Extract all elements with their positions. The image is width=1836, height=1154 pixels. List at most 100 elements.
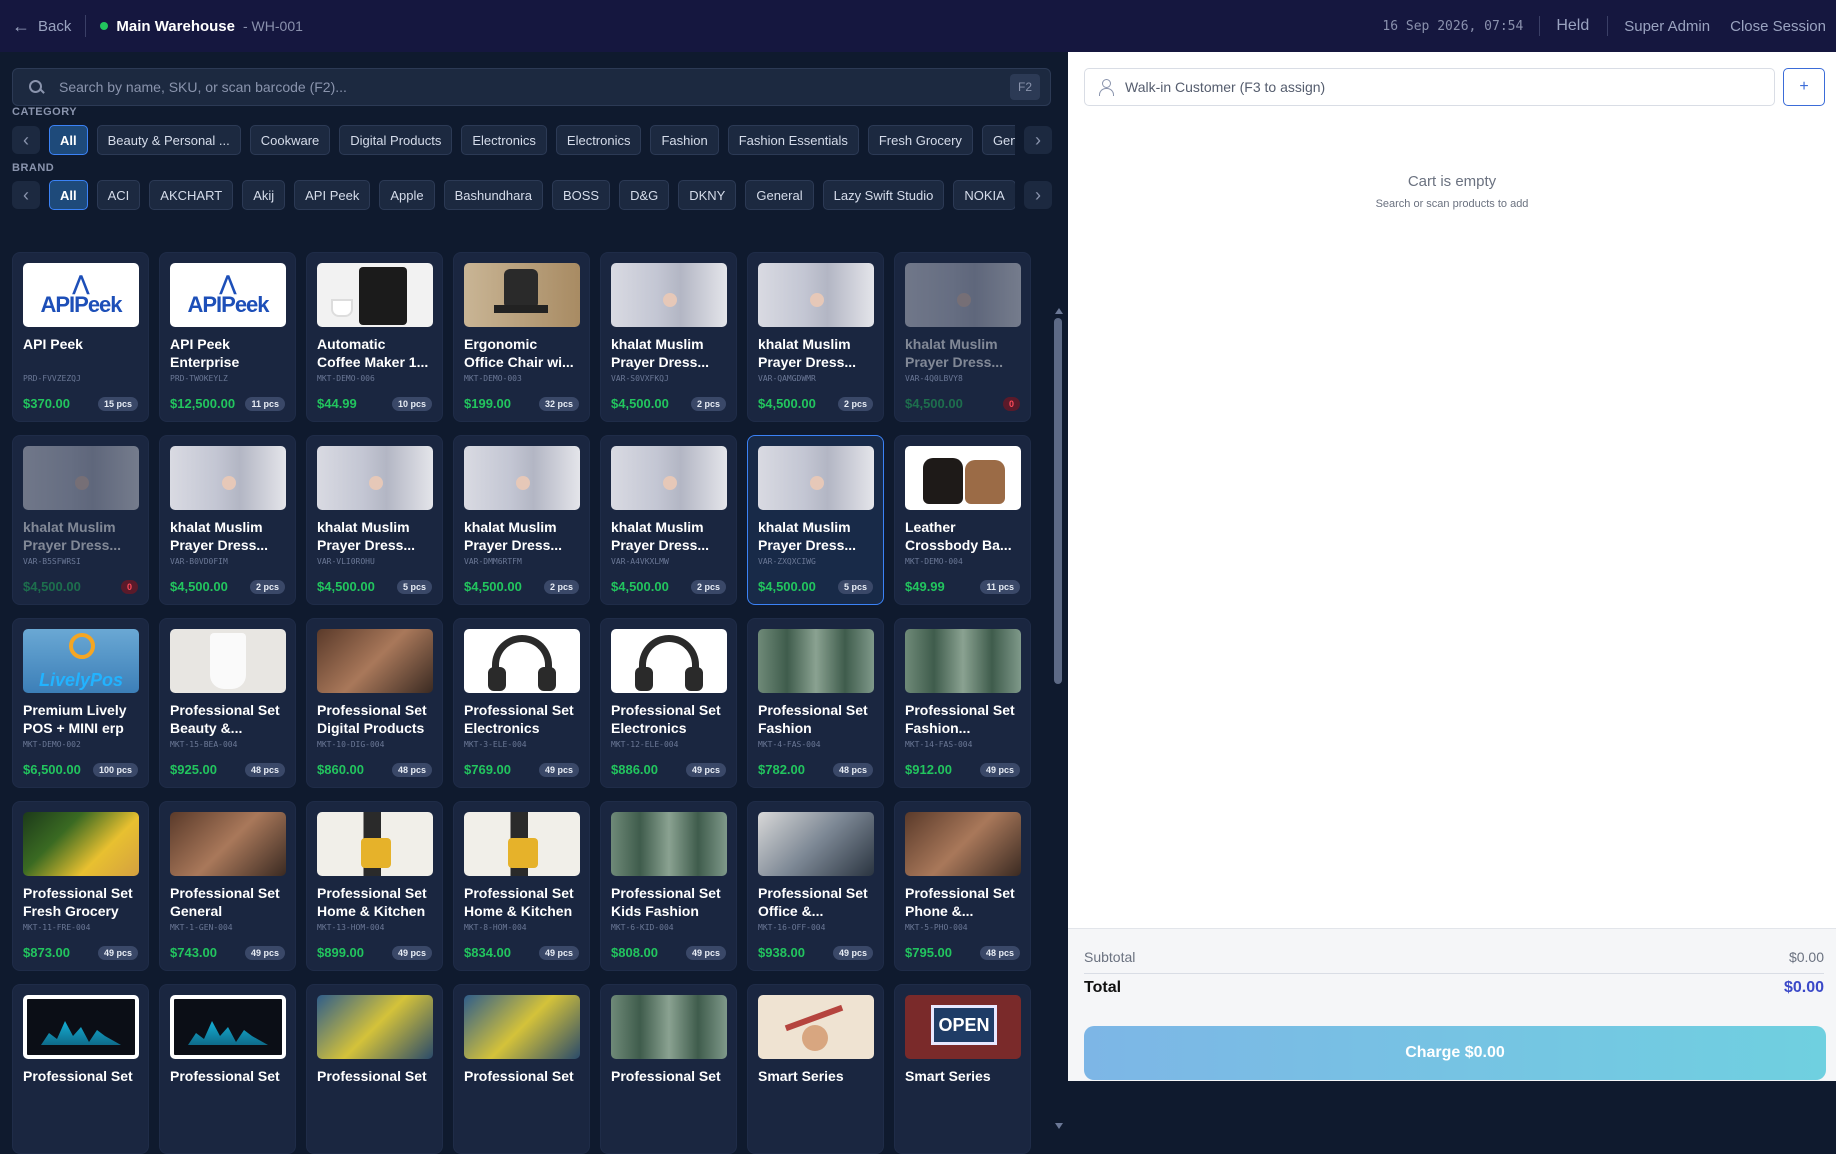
search-input[interactable] [57,78,1010,96]
customer-input[interactable] [1123,78,1774,96]
add-customer-button[interactable]: + [1783,68,1825,106]
product-card[interactable]: Professional Set [453,984,590,1154]
product-card[interactable]: Professional Set [159,984,296,1154]
product-image [317,446,433,510]
charge-button[interactable]: Charge $0.00 [1084,1026,1826,1080]
product-card[interactable]: Professional Set General MKT-1-GEN-004 $74… [159,801,296,971]
chevron-right-icon[interactable]: › [1024,181,1052,209]
product-card[interactable]: Professional Set Digital Products MKT-10-… [306,618,443,788]
close-session-button[interactable]: Close Session [1730,18,1826,35]
brand-chip[interactable]: Apple [379,180,435,210]
product-price: $4,500.00 [758,579,816,594]
product-sku: VAR-VLI0ROHU [317,557,375,566]
earcup-shape [685,667,703,691]
user-menu[interactable]: Super Admin [1624,18,1710,35]
product-card[interactable]: khalat Muslim Prayer Dress... VAR-VLI0ROH… [306,435,443,605]
product-card[interactable]: Professional Set Office &... MKT-16-OFF-0… [747,801,884,971]
stock-badge: 2 pcs [249,579,285,594]
total-value: $0.00 [1783,979,1824,996]
brand-chip[interactable]: NOKIA [953,180,1015,210]
category-chip[interactable]: Beauty & Personal ... [96,125,241,155]
scrollbar-thumb[interactable] [1054,318,1062,684]
bag-shape [965,460,1005,504]
product-footer: $4,500.00 0 [23,579,138,594]
brand-chip[interactable]: BOSS [551,180,611,210]
brand-chip[interactable]: API Peek [294,180,371,210]
product-card[interactable]: OPEN Smart Series [894,984,1031,1154]
product-footer: $938.00 49 pcs [758,945,873,960]
chevron-right-icon[interactable]: › [1024,126,1052,154]
brand-chip[interactable]: DKNY [678,180,737,210]
product-card[interactable]: khalat Muslim Prayer Dress... VAR-B0VD0FI… [159,435,296,605]
product-card[interactable]: Professional Set Fresh Grocery MKT-11-FRE… [12,801,149,971]
brand-chip[interactable]: Bashundhara [443,180,543,210]
product-price: $873.00 [23,945,70,960]
product-card[interactable]: Professional Set [12,984,149,1154]
product-name: Professional Set General [170,885,280,919]
back-button[interactable]: ← Back [12,17,71,35]
product-card[interactable]: Professional Set [600,984,737,1154]
product-card[interactable]: Professional Set Beauty &... MKT-15-BEA-0… [159,618,296,788]
product-card[interactable]: khalat Muslim Prayer Dress... VAR-B5SFWRS… [12,435,149,605]
brand-chip[interactable]: Akij [242,180,286,210]
category-chip[interactable]: Gene [981,125,1015,155]
product-name: Smart Series [905,1068,991,1084]
product-card[interactable]: Professional Set Home & Kitchen MKT-13-HO… [306,801,443,971]
product-card[interactable]: khalat Muslim Prayer Dress... VAR-4Q0LBVY… [894,252,1031,422]
stock-badge: 49 pcs [391,945,432,960]
product-card[interactable]: Leather Crossbody Ba... MKT-DEMO-004 $49.9… [894,435,1031,605]
product-card[interactable]: Professional Set Kids Fashion MKT-6-KID-0… [600,801,737,971]
product-card[interactable]: Professional Set Fashion... MKT-14-FAS-00… [894,618,1031,788]
chevron-left-icon[interactable]: ‹ [12,181,40,209]
product-sku: MKT-13-HOM-004 [317,923,385,932]
product-card[interactable]: Professional Set Electronics MKT-12-ELE-0… [600,618,737,788]
product-card[interactable]: LivelyPos Premium Lively POS + MINI erp MK… [12,618,149,788]
brand-chip[interactable]: Lazy Swift Studio [822,180,945,210]
product-name: khalat Muslim Prayer Dress... [758,519,857,553]
held-button[interactable]: Held [1556,17,1589,35]
stock-badge: 2 pcs [543,579,579,594]
brand-chip[interactable]: ACI [96,180,141,210]
category-chip[interactable]: Fresh Grocery [867,125,973,155]
scrollbar[interactable] [1052,302,1064,1131]
product-image: ⋀ APIPeek [23,263,139,327]
product-card[interactable]: ⋀ APIPeek API Peek Enterprise PRD-TWOKEYLZ $… [159,252,296,422]
category-chip[interactable]: Electronics [461,125,547,155]
product-sku: MKT-6-KID-004 [611,923,674,932]
product-card[interactable]: Professional Set Home & Kitchen MKT-8-HOM… [453,801,590,971]
product-card[interactable]: Professional Set Fashion MKT-4-FAS-004 $78… [747,618,884,788]
product-name: khalat Muslim Prayer Dress... [464,519,563,553]
product-card[interactable]: Automatic Coffee Maker 1... MKT-DEMO-006 $… [306,252,443,422]
category-chip[interactable]: Fashion Essentials [727,125,859,155]
product-image [317,995,433,1059]
product-card[interactable]: khalat Muslim Prayer Dress... VAR-A4VKXLM… [600,435,737,605]
scroll-up-icon[interactable] [1055,308,1063,314]
product-card[interactable]: khalat Muslim Prayer Dress... VAR-ZXQXCIW… [747,435,884,605]
stock-badge: 2 pcs [690,579,726,594]
scroll-down-icon[interactable] [1055,1123,1063,1129]
product-card[interactable]: ⋀ APIPeek API Peek PRD-FVVZEZQJ $370.00 15 pc… [12,252,149,422]
product-card[interactable]: Professional Set Phone &... MKT-5-PHO-004… [894,801,1031,971]
category-chip[interactable]: Cookware [249,125,331,155]
product-card[interactable]: khalat Muslim Prayer Dress... VAR-DMM6RTF… [453,435,590,605]
brand-chip[interactable]: All [49,180,88,210]
product-card[interactable]: Professional Set Electronics MKT-3-ELE-00… [453,618,590,788]
product-card[interactable]: Professional Set [306,984,443,1154]
logo-wordmark: LivelyPos [38,670,124,690]
category-chip[interactable]: Electronics [555,125,642,155]
category-chip[interactable]: All [49,125,88,155]
product-card[interactable]: khalat Muslim Prayer Dress... VAR-QAMGDWM… [747,252,884,422]
product-price: $370.00 [23,396,70,411]
product-price: $899.00 [317,945,364,960]
product-name: khalat Muslim Prayer Dress... [905,336,1004,370]
product-card[interactable]: Ergonomic Office Chair wi... MKT-DEMO-003… [453,252,590,422]
brand-chip[interactable]: D&G [619,180,670,210]
chevron-left-icon[interactable]: ‹ [12,126,40,154]
product-image [905,629,1021,693]
product-card[interactable]: khalat Muslim Prayer Dress... VAR-S0VXFKQ… [600,252,737,422]
category-chip[interactable]: Fashion [650,125,719,155]
brand-chip[interactable]: General [745,180,814,210]
brand-chip[interactable]: AKCHART [149,180,234,210]
category-chip[interactable]: Digital Products [339,125,453,155]
product-card[interactable]: Smart Series [747,984,884,1154]
